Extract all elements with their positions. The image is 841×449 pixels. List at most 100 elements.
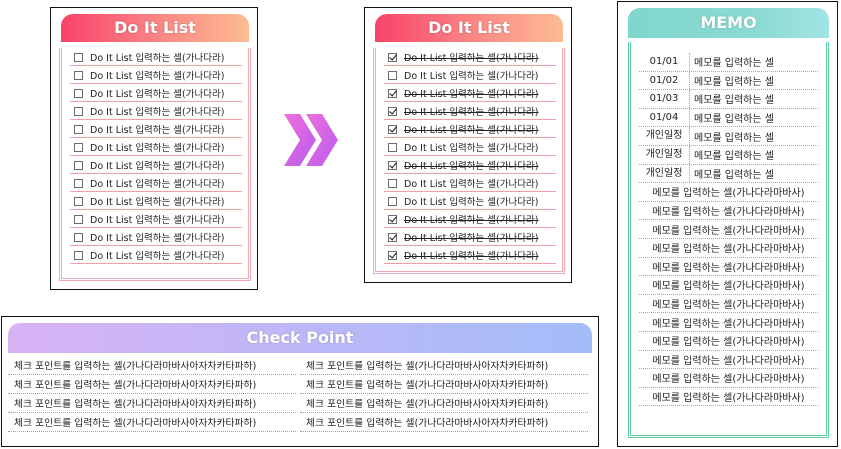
memo-date[interactable]: 01/04 — [639, 108, 690, 127]
todo-item[interactable]: Do It List 입력하는 셀(가나다라) — [384, 121, 556, 138]
todo-item-text[interactable]: Do It List 입력하는 셀(가나다라) — [404, 50, 538, 64]
todo-item[interactable]: Do It List 입력하는 셀(가나다라) — [384, 49, 556, 66]
todo-item-text[interactable]: Do It List 입력하는 셀(가나다라) — [90, 104, 224, 118]
memo-date[interactable]: 개인일정 — [639, 164, 690, 183]
todo-item-text[interactable]: Do It List 입력하는 셀(가나다라) — [404, 140, 538, 154]
memo-row[interactable]: 개인일정 메모를 입력하는 셀 — [639, 164, 818, 184]
todo-item-text[interactable]: Do It List 입력하는 셀(가나다라) — [404, 212, 538, 226]
todo-item-text[interactable]: Do It List 입력하는 셀(가나다라) — [90, 68, 224, 82]
memo-row[interactable]: 메모를 입력하는 셀(가나다라마바사) — [639, 313, 818, 332]
memo-note[interactable]: 메모를 입력하는 셀 — [690, 73, 774, 88]
memo-note[interactable]: 메모를 입력하는 셀(가나다라마바사) — [639, 203, 818, 218]
todo-item[interactable]: Do It List 입력하는 셀(가나다라) — [70, 85, 242, 102]
todo-item[interactable]: Do It List 입력하는 셀(가나다라) — [384, 85, 556, 102]
memo-row[interactable]: 메모를 입력하는 셀(가나다라마바사) — [639, 295, 818, 314]
todo-item[interactable]: Do It List 입력하는 셀(가나다라) — [70, 121, 242, 138]
todo-checkbox[interactable] — [388, 106, 397, 116]
todo-checkbox[interactable] — [388, 70, 397, 80]
todo-item-text[interactable]: Do It List 입력하는 셀(가나다라) — [404, 104, 538, 118]
todo-item[interactable]: Do It List 입력하는 셀(가나다라) — [384, 229, 556, 246]
memo-row[interactable]: 개인일정 메모를 입력하는 셀 — [639, 145, 818, 165]
todo-item-text[interactable]: Do It List 입력하는 셀(가나다라) — [90, 86, 224, 100]
memo-note[interactable]: 메모를 입력하는 셀(가나다라마바사) — [639, 389, 818, 404]
memo-date[interactable]: 01/01 — [639, 53, 690, 71]
todo-item[interactable]: Do It List 입력하는 셀(가나다라) — [70, 67, 242, 84]
todo-item[interactable]: Do It List 입력하는 셀(가나다라) — [384, 193, 556, 210]
memo-row[interactable]: 01/04 메모를 입력하는 셀 — [639, 108, 818, 128]
check-point-item[interactable]: 체크 포인트를 입력하는 셀(가나다라마바사아자차카타파하) — [8, 413, 296, 432]
memo-row[interactable]: 메모를 입력하는 셀(가나다라마바사) — [639, 258, 818, 277]
memo-date[interactable]: 01/02 — [639, 71, 690, 90]
todo-checkbox[interactable] — [74, 106, 83, 116]
todo-checkbox[interactable] — [74, 70, 83, 80]
todo-checkbox[interactable] — [74, 232, 83, 242]
todo-item[interactable]: Do It List 입력하는 셀(가나다라) — [70, 157, 242, 174]
todo-item-text[interactable]: Do It List 입력하는 셀(가나다라) — [90, 194, 224, 208]
todo-item-text[interactable]: Do It List 입력하는 셀(가나다라) — [90, 176, 224, 190]
todo-item[interactable]: Do It List 입력하는 셀(가나다라) — [384, 211, 556, 228]
memo-note[interactable]: 메모를 입력하는 셀 — [690, 110, 774, 125]
todo-item[interactable]: Do It List 입력하는 셀(가나다라) — [70, 247, 242, 264]
memo-row[interactable]: 메모를 입력하는 셀(가나다라마바사) — [639, 276, 818, 295]
todo-item-text[interactable]: Do It List 입력하는 셀(가나다라) — [90, 122, 224, 136]
todo-item[interactable]: Do It List 입력하는 셀(가나다라) — [384, 67, 556, 84]
todo-checkbox[interactable] — [74, 250, 83, 260]
todo-item-text[interactable]: Do It List 입력하는 셀(가나다라) — [404, 230, 538, 244]
todo-checkbox[interactable] — [74, 196, 83, 206]
memo-date[interactable]: 개인일정 — [639, 145, 690, 164]
todo-checkbox[interactable] — [74, 214, 83, 224]
todo-item-text[interactable]: Do It List 입력하는 셀(가나다라) — [90, 248, 224, 262]
memo-note[interactable]: 메모를 입력하는 셀(가나다라마바사) — [639, 184, 818, 199]
todo-item[interactable]: Do It List 입력하는 셀(가나다라) — [384, 247, 556, 264]
check-point-item[interactable]: 체크 포인트를 입력하는 셀(가나다라마바사아자차카타파하) — [300, 394, 588, 413]
todo-checkbox[interactable] — [388, 178, 397, 188]
todo-item[interactable]: Do It List 입력하는 셀(가나다라) — [70, 103, 242, 120]
todo-checkbox[interactable] — [388, 160, 397, 170]
todo-item-text[interactable]: Do It List 입력하는 셀(가나다라) — [404, 86, 538, 100]
memo-row[interactable]: 01/02 메모를 입력하는 셀 — [639, 71, 818, 91]
memo-note[interactable]: 메모를 입력하는 셀 — [690, 166, 774, 181]
todo-item[interactable]: Do It List 입력하는 셀(가나다라) — [384, 103, 556, 120]
todo-item-text[interactable]: Do It List 입력하는 셀(가나다라) — [404, 122, 538, 136]
todo-checkbox[interactable] — [74, 88, 83, 98]
memo-row[interactable]: 메모를 입력하는 셀(가나다라마바사) — [639, 369, 818, 388]
memo-row[interactable]: 메모를 입력하는 셀(가나다라마바사) — [639, 332, 818, 351]
check-point-item[interactable]: 체크 포인트를 입력하는 셀(가나다라마바사아자차카타파하) — [300, 356, 588, 375]
todo-item-text[interactable]: Do It List 입력하는 셀(가나다라) — [90, 140, 224, 154]
memo-row[interactable]: 메모를 입력하는 셀(가나다라마바사) — [639, 202, 818, 221]
memo-row[interactable]: 01/03 메모를 입력하는 셀 — [639, 90, 818, 109]
todo-item[interactable]: Do It List 입력하는 셀(가나다라) — [70, 139, 242, 156]
memo-note[interactable]: 메모를 입력하는 셀(가나다라마바사) — [639, 240, 818, 255]
memo-note[interactable]: 메모를 입력하는 셀(가나다라마바사) — [639, 277, 818, 292]
memo-note[interactable]: 메모를 입력하는 셀 — [690, 129, 774, 144]
memo-row[interactable]: 메모를 입력하는 셀(가나다라마바사) — [639, 388, 818, 407]
todo-checkbox[interactable] — [388, 52, 397, 62]
todo-item-text[interactable]: Do It List 입력하는 셀(가나다라) — [90, 50, 224, 64]
todo-checkbox[interactable] — [388, 214, 397, 224]
todo-item[interactable]: Do It List 입력하는 셀(가나다라) — [70, 193, 242, 210]
todo-item-text[interactable]: Do It List 입력하는 셀(가나다라) — [90, 212, 224, 226]
memo-note[interactable]: 메모를 입력하는 셀(가나다라마바사) — [639, 352, 818, 367]
todo-checkbox[interactable] — [74, 178, 83, 188]
memo-date[interactable]: 개인일정 — [639, 127, 690, 145]
memo-note[interactable]: 메모를 입력하는 셀(가나다라마바사) — [639, 222, 818, 237]
todo-checkbox[interactable] — [74, 52, 83, 62]
todo-item[interactable]: Do It List 입력하는 셀(가나다라) — [384, 157, 556, 174]
todo-item-text[interactable]: Do It List 입력하는 셀(가나다라) — [90, 158, 224, 172]
check-point-item[interactable]: 체크 포인트를 입력하는 셀(가나다라마바사아자차카타파하) — [8, 356, 296, 375]
todo-item-text[interactable]: Do It List 입력하는 셀(가나다라) — [404, 176, 538, 190]
todo-item[interactable]: Do It List 입력하는 셀(가나다라) — [70, 49, 242, 66]
todo-item[interactable]: Do It List 입력하는 셀(가나다라) — [384, 139, 556, 156]
check-point-item[interactable]: 체크 포인트를 입력하는 셀(가나다라마바사아자차카타파하) — [300, 375, 588, 394]
todo-checkbox[interactable] — [74, 142, 83, 152]
check-point-item[interactable]: 체크 포인트를 입력하는 셀(가나다라마바사아자차카타파하) — [300, 413, 588, 432]
todo-item-text[interactable]: Do It List 입력하는 셀(가나다라) — [404, 68, 538, 82]
memo-note[interactable]: 메모를 입력하는 셀 — [690, 91, 774, 106]
todo-checkbox[interactable] — [388, 250, 397, 260]
memo-note[interactable]: 메모를 입력하는 셀(가나다라마바사) — [639, 370, 818, 385]
memo-note[interactable]: 메모를 입력하는 셀(가나다라마바사) — [639, 315, 818, 330]
memo-row[interactable]: 메모를 입력하는 셀(가나다라마바사) — [639, 183, 818, 202]
memo-row[interactable]: 개인일정 메모를 입력하는 셀 — [639, 127, 818, 146]
todo-checkbox[interactable] — [388, 196, 397, 206]
todo-item-text[interactable]: Do It List 입력하는 셀(가나다라) — [404, 158, 538, 172]
